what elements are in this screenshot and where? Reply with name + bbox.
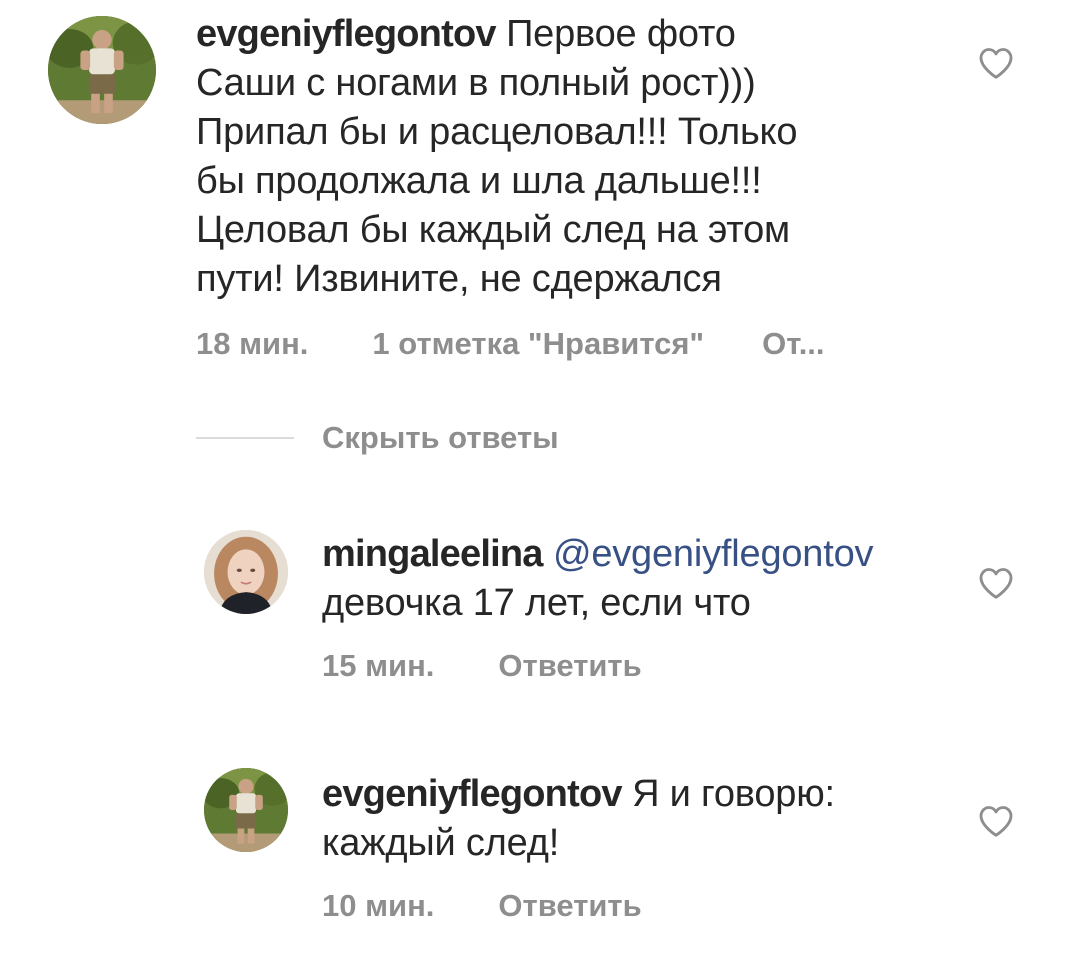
hide-replies-label: Скрыть ответы xyxy=(322,420,559,455)
avatar[interactable] xyxy=(48,16,156,124)
mention-link[interactable]: @evgeniyflegontov xyxy=(553,533,874,575)
avatar[interactable] xyxy=(204,530,288,614)
comment-text: mingaleelina @evgeniyflegontov девочка 1… xyxy=(322,530,962,628)
heart-outline-icon[interactable] xyxy=(978,566,1014,600)
hide-replies-button[interactable]: Скрыть ответы xyxy=(196,420,559,456)
comment-text-line: девочка 17 лет, если что xyxy=(322,582,751,624)
comment-text-line: пути! Извините, не сдержался xyxy=(196,258,722,300)
comment-text: evgeniyflegontov Первое фото Саши с нога… xyxy=(196,10,916,304)
comment-username[interactable]: evgeniyflegontov xyxy=(196,13,497,55)
comment-meta: 15 мин. Ответить xyxy=(322,648,642,684)
divider xyxy=(196,437,294,439)
comment-time[interactable]: 15 мин. xyxy=(322,648,434,684)
comment-text-line: Припал бы и расцеловал!!! Только xyxy=(196,111,798,153)
comment-username[interactable]: evgeniyflegontov xyxy=(322,773,623,815)
comment-text-line: бы продолжала и шла дальше!!! xyxy=(196,160,762,202)
reply-button[interactable]: От... xyxy=(762,326,824,362)
heart-outline-icon[interactable] xyxy=(978,46,1014,80)
avatar[interactable] xyxy=(204,768,288,852)
avatar-image xyxy=(48,16,156,124)
comment-text-line: Первое фото xyxy=(506,13,736,55)
comment-text-line: каждый след! xyxy=(322,822,560,864)
comment-text-line: Целовал бы каждый след на этом xyxy=(196,209,790,251)
comment-text: evgeniyflegontov Я и говорю: каждый след… xyxy=(322,770,962,868)
reply-button[interactable]: Ответить xyxy=(498,888,641,924)
comment-time[interactable]: 10 мин. xyxy=(322,888,434,924)
avatar-image xyxy=(204,768,288,852)
comment-meta: 18 мин. 1 отметка "Нравится" От... xyxy=(196,326,825,362)
likes-count[interactable]: 1 отметка "Нравится" xyxy=(372,326,704,362)
avatar-image xyxy=(204,530,288,614)
comment-text-line: Я и говорю: xyxy=(632,773,835,815)
comment-username[interactable]: mingaleelina xyxy=(322,533,543,575)
comment-time[interactable]: 18 мин. xyxy=(196,326,308,362)
comment-meta: 10 мин. Ответить xyxy=(322,888,642,924)
comment-text-line: Саши с ногами в полный рост))) xyxy=(196,62,756,104)
reply-button[interactable]: Ответить xyxy=(498,648,641,684)
heart-outline-icon[interactable] xyxy=(978,804,1014,838)
